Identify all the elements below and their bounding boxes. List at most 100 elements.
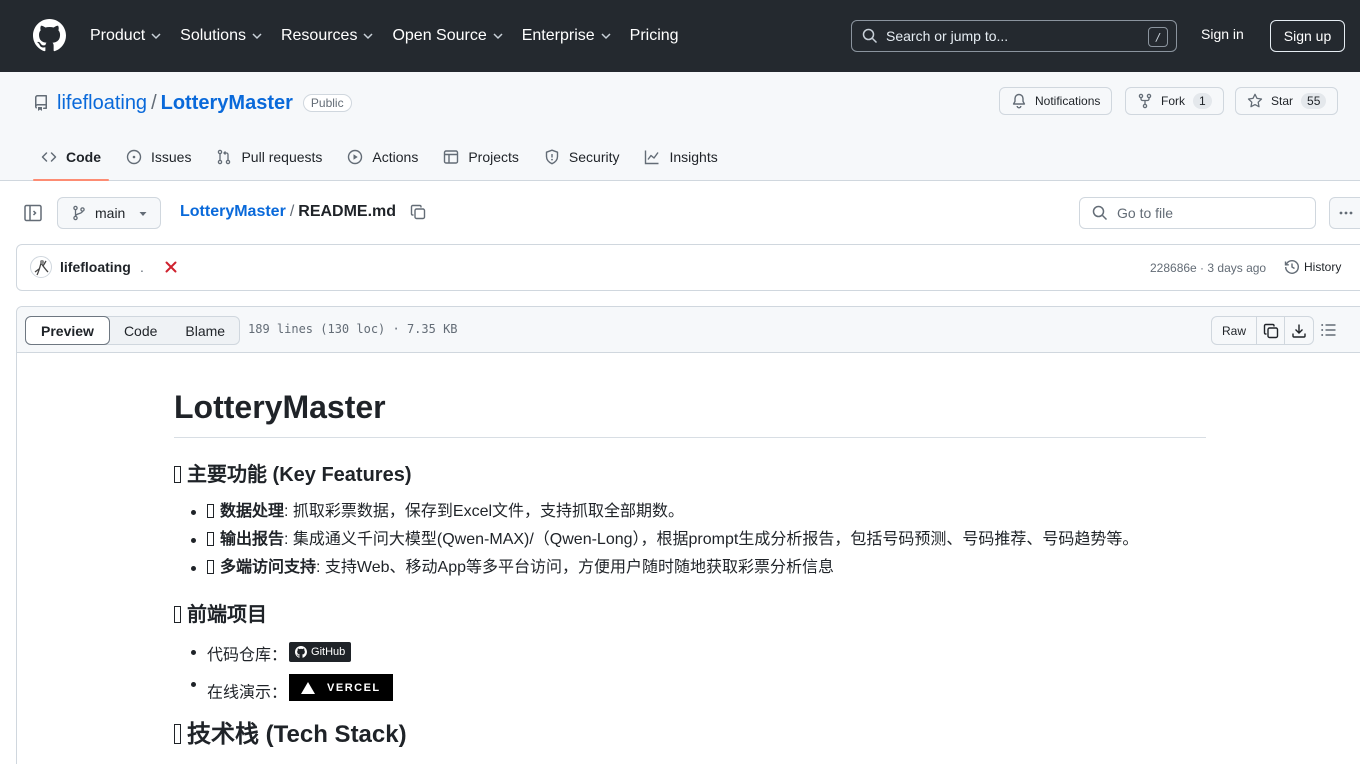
- tab-insights-label: Insights: [669, 149, 718, 165]
- repo-label: 代码仓库：: [207, 647, 288, 664]
- raw-button[interactable]: Raw: [1212, 317, 1258, 344]
- nav-pricing-label: Pricing: [629, 27, 679, 44]
- emoji-glyph: [207, 532, 214, 546]
- nav-solutions-label: Solutions: [180, 27, 246, 44]
- github-logo-icon[interactable]: [33, 19, 66, 52]
- notifications-button[interactable]: Notifications: [999, 87, 1113, 115]
- repo-owner-link[interactable]: lifefloating: [57, 92, 147, 115]
- github-badge-label: GitHub: [311, 646, 346, 658]
- more-options-button[interactable]: [1329, 197, 1360, 229]
- tab-insights[interactable]: Insights: [636, 134, 725, 180]
- global-search-input[interactable]: Search or jump to... /: [851, 20, 1177, 52]
- tab-actions[interactable]: Actions: [339, 134, 426, 180]
- nav-open-source-label: Open Source: [392, 27, 487, 44]
- emoji-glyph: [174, 606, 181, 623]
- nav-pricing[interactable]: Pricing: [630, 27, 679, 45]
- frontend-heading-text: 前端项目: [187, 604, 267, 626]
- chevron-down-icon: [493, 33, 503, 40]
- file-viewer: Preview Code Blame 189 lines (130 loc) ·…: [16, 306, 1360, 764]
- chevron-down-icon: [363, 33, 373, 40]
- latest-commit-box: lifefloating . 228686e · 3 days ago Hist…: [16, 244, 1360, 291]
- repo-name-link[interactable]: LotteryMaster: [161, 92, 293, 115]
- breadcrumb-separator: /: [289, 203, 295, 220]
- download-icon: [1292, 324, 1306, 338]
- tab-blame[interactable]: Blame: [171, 317, 239, 344]
- tab-actions-label: Actions: [372, 149, 419, 165]
- repo-header: lifefloating / LotteryMaster Public Noti…: [0, 72, 1360, 181]
- tab-preview[interactable]: Preview: [25, 316, 110, 345]
- commit-meta[interactable]: 228686e · 3 days ago: [1150, 261, 1266, 275]
- nav-enterprise[interactable]: Enterprise: [522, 27, 612, 45]
- tech-heading: 技术栈 (Tech Stack): [174, 720, 1206, 748]
- list-item: 数据处理: 抓取彩票数据，保存到Excel文件，支持抓取全部期数。: [174, 502, 1206, 522]
- search-icon: [862, 28, 878, 44]
- download-button[interactable]: [1285, 317, 1313, 344]
- history-icon: [1284, 260, 1299, 274]
- pull-request-icon: [218, 149, 231, 165]
- feature-text: : 集成通义千问大模型(Qwen-MAX)/（Qwen-Long），根据prom…: [284, 531, 1139, 548]
- nav-open-source[interactable]: Open Source: [392, 27, 503, 45]
- tab-issues[interactable]: Issues: [118, 134, 199, 180]
- commit-message[interactable]: .: [140, 259, 144, 275]
- nav-resources-label: Resources: [280, 27, 358, 44]
- vercel-badge[interactable]: VERCEL: [289, 674, 393, 701]
- star-label: Star: [1271, 94, 1294, 108]
- breadcrumb-repo-link[interactable]: LotteryMaster: [180, 203, 286, 221]
- star-icon: [1247, 93, 1263, 108]
- github-logo-icon: [295, 646, 308, 658]
- x-icon[interactable]: [164, 260, 178, 274]
- commit-author-link[interactable]: lifefloating: [60, 259, 131, 275]
- sign-up-button[interactable]: Sign up: [1270, 20, 1345, 52]
- tab-code[interactable]: Code: [33, 134, 109, 181]
- search-placeholder: Search or jump to...: [886, 28, 1009, 44]
- nav-product[interactable]: Product: [90, 27, 162, 45]
- fork-label: Fork: [1161, 94, 1185, 108]
- tab-projects[interactable]: Projects: [435, 134, 527, 180]
- copy-raw-button[interactable]: [1257, 317, 1286, 344]
- file-info: 189 lines (130 loc) · 7.35 KB: [248, 322, 458, 336]
- frontend-list: 代码仓库： GitHub 在线演示： VERCEL: [174, 642, 1206, 704]
- file-toolbar: Preview Code Blame 189 lines (130 loc) ·…: [17, 307, 1360, 353]
- tab-projects-label: Projects: [468, 149, 519, 165]
- tech-heading-text: 技术栈 (Tech Stack): [187, 720, 407, 748]
- play-icon: [348, 149, 363, 165]
- sidebar-toggle-icon[interactable]: [23, 203, 43, 223]
- tab-security-label: Security: [568, 149, 620, 165]
- repo-tabs: Code Issues Pull requests Actions Projec…: [33, 134, 735, 181]
- nav-resources[interactable]: Resources: [281, 27, 374, 45]
- tab-pull-requests[interactable]: Pull requests: [208, 134, 330, 180]
- fork-button[interactable]: Fork 1: [1125, 87, 1224, 115]
- list-outline-icon[interactable]: [1320, 321, 1338, 339]
- copy-path-icon[interactable]: [410, 204, 426, 220]
- tab-issues-label: Issues: [151, 149, 192, 165]
- emoji-glyph: [207, 504, 214, 518]
- tab-pull-requests-label: Pull requests: [241, 149, 323, 165]
- demo-label: 在线演示：: [207, 684, 288, 702]
- vercel-triangle-icon: [301, 681, 316, 694]
- search-shortcut-key: /: [1148, 27, 1168, 47]
- github-badge[interactable]: GitHub: [289, 642, 352, 662]
- graph-icon: [645, 150, 660, 165]
- nav-solutions[interactable]: Solutions: [180, 27, 263, 45]
- avatar[interactable]: [30, 256, 52, 278]
- fork-count: 1: [1193, 93, 1212, 109]
- branch-selector[interactable]: main: [57, 197, 161, 229]
- list-item: 在线演示： VERCEL: [174, 674, 1206, 704]
- view-mode-toggle: Preview Code Blame: [25, 316, 241, 345]
- tab-code-label: Code: [66, 149, 101, 165]
- go-to-file-input[interactable]: Go to file: [1079, 197, 1316, 229]
- history-link[interactable]: History: [1284, 259, 1341, 275]
- sign-in-link[interactable]: Sign in: [1201, 26, 1244, 42]
- list-item: 代码仓库： GitHub: [174, 642, 1206, 666]
- emoji-glyph: [207, 560, 214, 574]
- star-button[interactable]: Star 55: [1235, 87, 1339, 115]
- readme-title: LotteryMaster: [174, 387, 1206, 438]
- chevron-down-icon: [252, 33, 262, 40]
- tab-code-view[interactable]: Code: [110, 317, 171, 344]
- tab-security[interactable]: Security: [536, 134, 628, 180]
- feature-title: 多端访问支持: [220, 559, 317, 576]
- code-icon: [41, 152, 57, 162]
- emoji-glyph: [174, 466, 181, 483]
- chevron-down-icon: [151, 33, 161, 40]
- fork-icon: [1138, 93, 1152, 109]
